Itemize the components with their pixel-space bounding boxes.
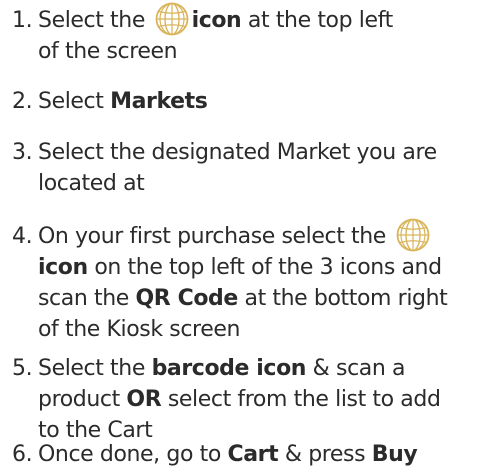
step-text: Select xyxy=(38,89,104,114)
step-text-continued: scan the QR Code at the bottom right xyxy=(12,283,486,314)
step-bold-text: icon xyxy=(38,255,88,280)
step-bold-text: QR Code xyxy=(135,286,238,311)
step-text: at the top left xyxy=(247,8,393,33)
step-text: select from the list to add xyxy=(167,387,441,412)
step-number: 5. xyxy=(12,356,33,381)
step-text: product xyxy=(38,387,120,412)
step-text: on the top left of the 3 icons and xyxy=(94,255,442,280)
step-bold-text: Buy xyxy=(371,442,418,467)
step-5: 5. Select the barcode icon & scan a produ… xyxy=(12,353,486,446)
step-text: Select the designated Market you are xyxy=(38,140,437,165)
step-number: 4. xyxy=(12,224,33,249)
step-text: Select the xyxy=(38,8,145,33)
step-2: 2. Select Markets xyxy=(12,86,486,117)
step-text-continued: of the Kiosk screen xyxy=(38,317,241,342)
step-text: Once done, go to xyxy=(38,442,221,467)
step-1: 1. Select the icon at the top left of the… xyxy=(12,2,486,67)
globe-icon xyxy=(155,2,189,36)
step-number: 2. xyxy=(12,89,33,114)
step-bold-text: OR xyxy=(126,387,162,412)
step-3: 3. Select the designated Market you are l… xyxy=(12,137,486,199)
step-number: 6. xyxy=(12,442,33,467)
step-text-continued: icon on the top left of the 3 icons and xyxy=(12,252,486,283)
step-text: scan the xyxy=(38,286,129,311)
step-6: 6. Once done, go to Cart & press Buy xyxy=(12,439,486,470)
step-text-continued: located at xyxy=(38,171,145,196)
step-number: 1. xyxy=(12,8,33,33)
step-text-continued: product OR select from the list to add xyxy=(12,384,486,415)
globe-icon xyxy=(396,218,430,252)
step-text: On your first purchase select the xyxy=(38,224,386,249)
step-bold-text: barcode icon xyxy=(151,356,307,381)
step-4: 4. On your first purchase select the icon… xyxy=(12,218,486,345)
step-text: & scan a xyxy=(312,356,406,381)
step-text: at the bottom right xyxy=(244,286,448,311)
step-bold-text: Markets xyxy=(110,89,208,114)
step-text: & press xyxy=(284,442,366,467)
step-number: 3. xyxy=(12,140,33,165)
step-text: Select the xyxy=(38,356,145,381)
step-bold-text: Cart xyxy=(227,442,279,467)
step-text-continued: of the screen xyxy=(38,39,178,64)
step-bold-text: icon xyxy=(191,8,242,33)
